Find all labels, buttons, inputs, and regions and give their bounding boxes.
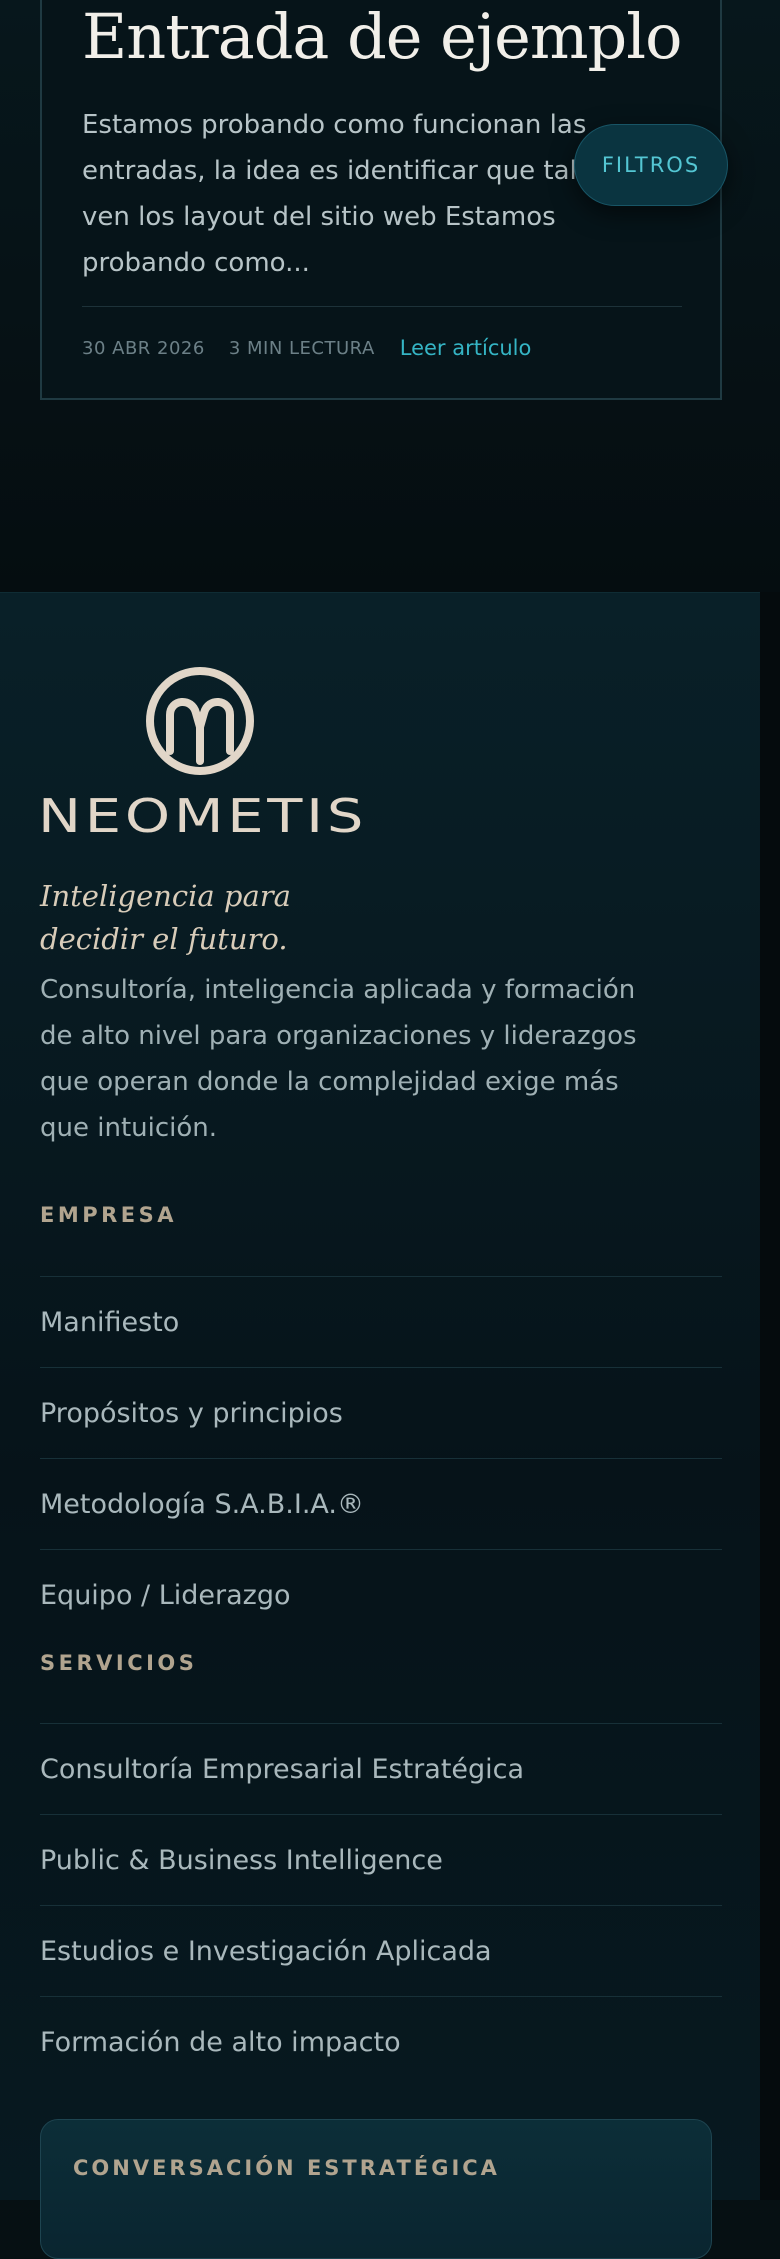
brand-wordmark[interactable]: NEOMETIS [38, 789, 367, 843]
filters-button[interactable]: FILTROS [574, 124, 728, 206]
post-meta: 30 ABR 2026 3 MIN LECTURA Leer artículo [82, 336, 531, 360]
empresa-heading: EMPRESA [40, 1203, 178, 1227]
post-divider [82, 306, 682, 307]
post-read-time: 3 MIN LECTURA [228, 337, 375, 359]
site-footer: NEOMETIS Inteligencia para decidir el fu… [0, 592, 760, 2259]
blog-post-section: Entrada de ejemplo Estamos probando como… [0, 0, 780, 592]
footer-link-consultoria[interactable]: Consultoría Empresarial Estratégica [40, 1723, 722, 1814]
footer-tagline: Inteligencia para decidir el futuro. [40, 875, 291, 961]
read-article-link[interactable]: Leer artículo [400, 336, 532, 360]
tagline-line-2: decidir el futuro. [40, 922, 288, 956]
post-excerpt: Estamos probando como funcionan las entr… [82, 110, 615, 278]
neometis-logo-icon[interactable] [144, 665, 256, 777]
cta-label: CONVERSACIÓN ESTRATÉGICA [73, 2156, 500, 2180]
post-title[interactable]: Entrada de ejemplo [82, 0, 682, 73]
tagline-line-1: Inteligencia para [40, 879, 291, 913]
footer-link-estudios[interactable]: Estudios e Investigación Aplicada [40, 1905, 722, 1996]
footer-description: Consultoría, inteligencia aplicada y for… [40, 975, 637, 1143]
footer-link-intelligence[interactable]: Public & Business Intelligence [40, 1814, 722, 1905]
footer-link-metodologia[interactable]: Metodología S.A.B.I.A.® [40, 1458, 722, 1549]
footer-link-propositos[interactable]: Propósitos y principios [40, 1367, 722, 1458]
strategic-conversation-card[interactable]: CONVERSACIÓN ESTRATÉGICA [40, 2119, 712, 2259]
page-gutter [760, 592, 780, 2200]
servicios-heading: SERVICIOS [40, 1651, 198, 1675]
empresa-links: Manifiesto Propósitos y principios Metod… [40, 1276, 722, 1640]
footer-link-equipo[interactable]: Equipo / Liderazgo [40, 1549, 722, 1640]
post-date: 30 ABR 2026 [82, 337, 205, 359]
footer-link-manifiesto[interactable]: Manifiesto [40, 1276, 722, 1367]
servicios-links: Consultoría Empresarial Estratégica Publ… [40, 1723, 722, 2087]
footer-link-formacion[interactable]: Formación de alto impacto [40, 1996, 722, 2087]
